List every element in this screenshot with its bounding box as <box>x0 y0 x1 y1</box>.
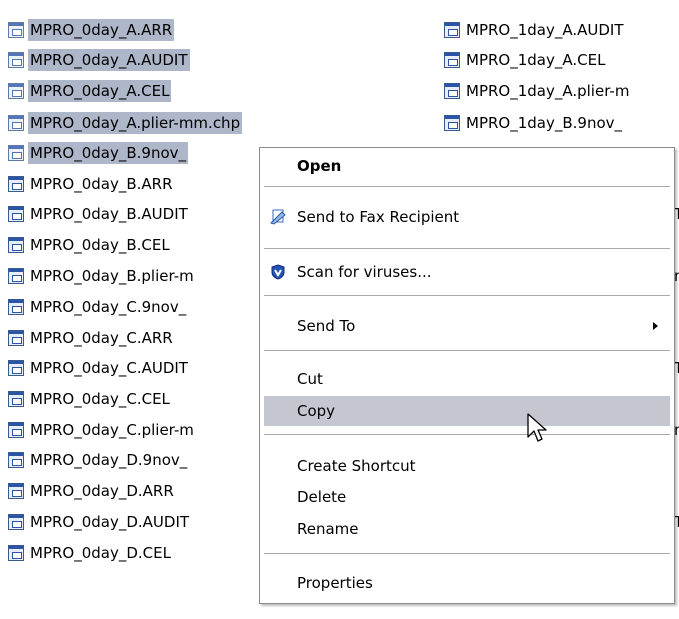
file-name: MPRO_0day_A.plier-mm.chp <box>28 112 243 134</box>
file-name: MPRO_0day_B.ARR <box>30 175 173 193</box>
file-item[interactable]: MPRO_0day_D.9nov_ <box>0 449 259 471</box>
file-item[interactable]: MPRO_1day_A.plier-m <box>436 80 679 102</box>
menu-separator <box>264 434 670 435</box>
file-name: MPRO_0day_D.ARR <box>30 482 174 500</box>
menu-separator <box>264 350 670 351</box>
menu-item-create-shortcut[interactable]: Create Shortcut <box>264 451 670 481</box>
file-name: MPRO_0day_D.AUDIT <box>30 513 190 531</box>
file-item[interactable]: MPRO_0day_C.ARR <box>0 327 259 349</box>
file-icon <box>8 330 24 346</box>
file-name: MPRO_1day_B.9nov_ <box>466 114 623 132</box>
menu-separator <box>264 553 670 554</box>
file-item[interactable]: MPRO_0day_C.9nov_ <box>0 296 259 318</box>
file-name: MPRO_0day_B.9nov_ <box>28 142 189 164</box>
file-name: MPRO_0day_B.CEL <box>30 236 170 254</box>
file-name: MPRO_1day_A.CEL <box>466 51 606 69</box>
file-icon <box>8 360 24 376</box>
file-icon <box>8 206 24 222</box>
file-icon <box>444 22 460 38</box>
file-icon <box>8 268 24 284</box>
file-item[interactable]: MPRO_0day_C.AUDIT <box>0 357 259 379</box>
file-icon <box>8 176 24 192</box>
file-item[interactable]: MPRO_0day_D.AUDIT <box>0 511 259 533</box>
menu-separator <box>264 186 670 187</box>
menu-separator <box>264 248 670 249</box>
file-icon <box>444 83 460 99</box>
file-item[interactable]: MPRO_1day_A.AUDIT <box>436 19 679 41</box>
file-item[interactable]: MPRO_0day_A.ARR <box>0 19 175 41</box>
menu-item-properties[interactable]: Properties <box>264 568 670 598</box>
menu-item-open[interactable]: Open <box>264 151 670 181</box>
file-item[interactable]: MPRO_0day_D.CEL <box>0 542 259 564</box>
file-item[interactable]: MPRO_0day_D.ARR <box>0 480 259 502</box>
file-item[interactable]: MPRO_1day_B.9nov_ <box>436 112 679 134</box>
file-icon <box>8 52 24 68</box>
file-name: MPRO_0day_D.CEL <box>30 544 171 562</box>
menu-item-scan-for-viruses[interactable]: Scan for viruses... <box>264 257 670 287</box>
file-name: MPRO_0day_A.CEL <box>28 80 172 102</box>
file-icon <box>8 145 24 161</box>
file-item[interactable]: MPRO_0day_B.CEL <box>0 234 259 256</box>
file-icon <box>8 22 24 38</box>
shield-icon <box>271 264 285 280</box>
context-menu: Open Send to Fax Recipient Scan for viru… <box>259 147 675 604</box>
menu-item-rename[interactable]: Rename <box>264 514 670 544</box>
file-name: MPRO_0day_B.AUDIT <box>30 205 188 223</box>
file-item[interactable]: MPRO_0day_C.CEL <box>0 388 259 410</box>
file-name: MPRO_1day_A.plier-m <box>466 82 630 100</box>
file-icon <box>8 299 24 315</box>
file-name: MPRO_0day_C.CEL <box>30 390 170 408</box>
file-name: MPRO_0day_D.9nov_ <box>30 451 188 469</box>
file-item[interactable]: MPRO_0day_A.CEL <box>0 80 172 102</box>
file-name: MPRO_0day_C.plier-m <box>30 421 194 439</box>
file-item[interactable]: MPRO_0day_B.9nov_ <box>0 142 259 164</box>
submenu-arrow-icon <box>653 322 658 330</box>
fax-icon <box>270 209 286 225</box>
file-icon <box>8 514 24 530</box>
file-item[interactable]: MPRO_0day_B.plier-m <box>0 265 259 287</box>
file-icon <box>8 391 24 407</box>
menu-separator <box>264 295 670 296</box>
file-name: MPRO_0day_A.AUDIT <box>28 49 190 71</box>
file-item[interactable]: MPRO_1day_A.CEL <box>436 49 679 71</box>
file-item[interactable]: MPRO_0day_A.AUDIT <box>0 49 190 71</box>
file-item[interactable]: MPRO_0day_B.ARR <box>0 173 259 195</box>
menu-item-copy[interactable]: Copy <box>264 396 670 426</box>
file-icon <box>444 52 460 68</box>
file-item[interactable]: MPRO_0day_C.plier-m <box>0 419 259 441</box>
mouse-cursor-icon <box>527 413 547 442</box>
file-icon <box>8 422 24 438</box>
menu-item-cut[interactable]: Cut <box>264 364 670 394</box>
menu-item-send-to-fax[interactable]: Send to Fax Recipient <box>264 202 670 232</box>
menu-item-delete[interactable]: Delete <box>264 482 670 512</box>
file-icon <box>8 237 24 253</box>
file-icon <box>8 452 24 468</box>
file-name: MPRO_1day_A.AUDIT <box>466 21 624 39</box>
file-icon <box>8 545 24 561</box>
file-name: MPRO_0day_C.ARR <box>30 329 173 347</box>
file-item[interactable]: MPRO_0day_B.AUDIT <box>0 203 259 225</box>
file-icon <box>444 115 460 131</box>
file-icon <box>8 115 24 131</box>
file-icon <box>8 483 24 499</box>
file-name: MPRO_0day_B.plier-m <box>30 267 194 285</box>
file-name: MPRO_0day_C.9nov_ <box>30 298 187 316</box>
file-item[interactable]: MPRO_0day_A.plier-mm.chp <box>0 112 243 134</box>
file-name: MPRO_0day_C.AUDIT <box>30 359 188 377</box>
file-name: MPRO_0day_A.ARR <box>28 19 175 41</box>
menu-item-send-to[interactable]: Send To <box>264 311 670 341</box>
file-icon <box>8 83 24 99</box>
